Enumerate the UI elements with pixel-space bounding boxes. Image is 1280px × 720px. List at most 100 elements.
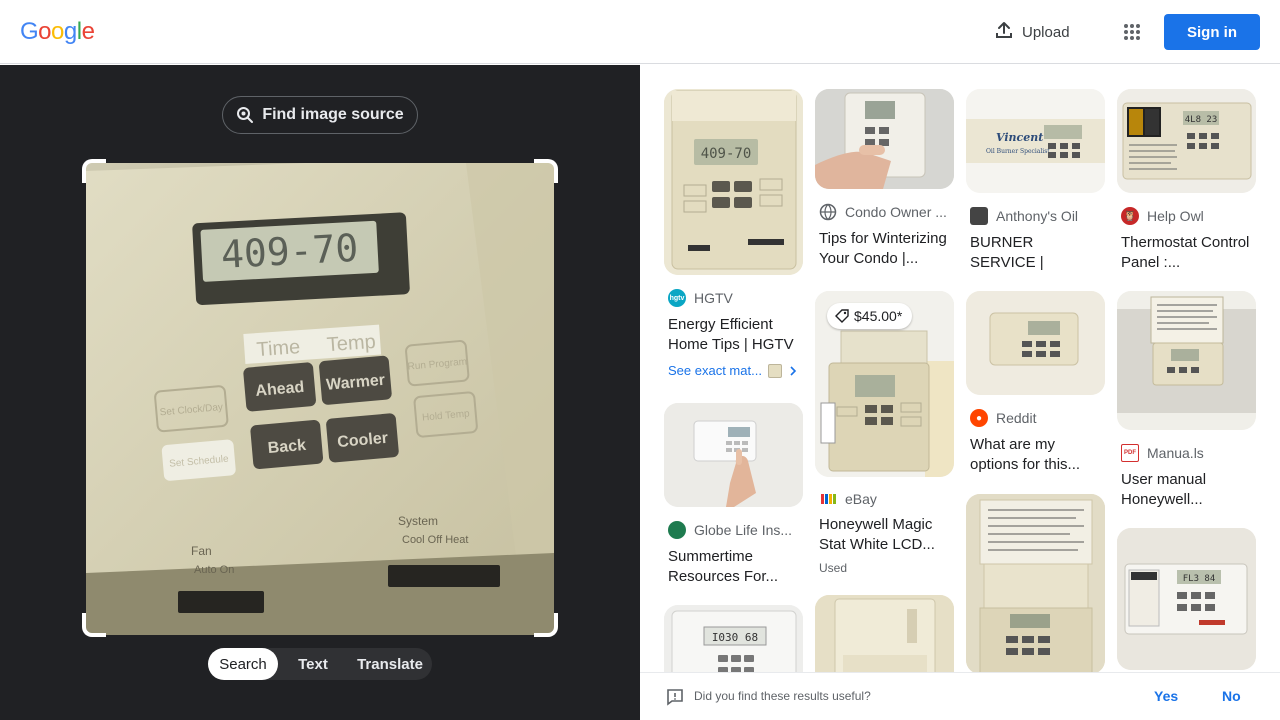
- result-source[interactable]: hgtv HGTV: [664, 289, 803, 307]
- visual-matches-panel: 409-70 hgtv HGTV Energy Efficient Home T…: [640, 65, 1280, 720]
- globe-icon: [819, 203, 837, 221]
- google-logo[interactable]: Google: [20, 18, 95, 46]
- feedback-question: Did you find these results useful?: [694, 689, 871, 703]
- result-title[interactable]: Honeywell Magic Stat White LCD...: [815, 515, 954, 555]
- label-time: Time: [256, 336, 301, 361]
- result-thumbnail[interactable]: [664, 403, 803, 507]
- upload-label: Upload: [1022, 23, 1070, 41]
- crop-handle-top-left[interactable]: [82, 159, 106, 183]
- svg-text:409-70: 409-70: [701, 146, 752, 162]
- result-card[interactable]: Vincent Oil Burner Specialist Anthony's …: [966, 89, 1105, 273]
- feedback-icon: [667, 689, 683, 706]
- upload-button[interactable]: Upload: [984, 14, 1080, 50]
- svg-text:FL3 84: FL3 84: [1183, 574, 1216, 584]
- result-thumbnail[interactable]: FL3 84: [1117, 528, 1256, 670]
- lens-mode-tabs: Search Text Translate: [208, 648, 432, 680]
- svg-text:I030 68: I030 68: [712, 631, 758, 644]
- see-exact-matches-label: See exact mat...: [668, 363, 762, 378]
- logo-letter: e: [81, 18, 95, 45]
- result-source[interactable]: PDF Manua.ls: [1117, 444, 1256, 462]
- logo-letter: g: [63, 18, 77, 45]
- pdf-file-icon: PDF: [1121, 444, 1139, 462]
- result-card[interactable]: PDF Manua.ls User manual Honeywell...: [1117, 291, 1256, 510]
- sign-in-button[interactable]: Sign in: [1164, 14, 1260, 50]
- result-source[interactable]: 🦉 Help Owl: [1117, 207, 1256, 225]
- crop-handle-bottom-left[interactable]: [82, 613, 106, 637]
- anthonys-oil-favicon-icon: [970, 207, 988, 225]
- label-temp: Temp: [326, 331, 376, 356]
- result-source-name: Manua.ls: [1147, 445, 1204, 461]
- crop-handle-top-right[interactable]: [534, 159, 558, 183]
- result-card[interactable]: Condo Owner ... Tips for Winterizing You…: [815, 89, 954, 269]
- result-source[interactable]: Condo Owner ...: [815, 203, 954, 221]
- result-thumbnail[interactable]: $45.00*: [815, 291, 954, 477]
- find-image-source-button[interactable]: Find image source: [222, 96, 418, 134]
- price-value: $45.00*: [854, 308, 903, 324]
- label-fan-options: Auto On: [194, 564, 234, 576]
- logo-letter: o: [51, 18, 64, 45]
- result-thumbnail[interactable]: [966, 494, 1105, 674]
- crop-handle-bottom-right[interactable]: [534, 613, 558, 637]
- result-source[interactable]: Globe Life Ins...: [664, 521, 803, 539]
- result-card[interactable]: Globe Life Ins... Summertime Resources F…: [664, 403, 803, 587]
- result-source-name: Anthony's Oil: [996, 208, 1079, 224]
- svg-text:4L8 23: 4L8 23: [1185, 115, 1218, 125]
- label-fan: Fan: [191, 544, 212, 558]
- result-title[interactable]: BURNER SERVICE | Anthony's Oil: [966, 233, 1105, 273]
- label-system-options: Cool Off Heat: [402, 534, 468, 546]
- result-thumbnail[interactable]: [815, 89, 954, 189]
- result-thumbnail[interactable]: Vincent Oil Burner Specialist: [966, 89, 1105, 193]
- result-source-name: Condo Owner ...: [845, 204, 947, 220]
- chevron-right-icon: [790, 365, 797, 376]
- result-card[interactable]: [966, 494, 1105, 674]
- result-card[interactable]: 409-70 hgtv HGTV Energy Efficient Home T…: [664, 89, 803, 378]
- result-source-name: eBay: [845, 491, 877, 507]
- tab-translate[interactable]: Translate: [348, 648, 432, 680]
- result-source-name: Globe Life Ins...: [694, 522, 793, 538]
- feedback-no-button[interactable]: No: [1222, 688, 1241, 704]
- result-title[interactable]: Summertime Resources For...: [664, 547, 803, 587]
- result-card[interactable]: ● Reddit What are my options for this...: [966, 291, 1105, 475]
- price-badge: $45.00*: [827, 303, 913, 329]
- result-title[interactable]: User manual Honeywell...: [1117, 470, 1256, 510]
- result-title[interactable]: Energy Efficient Home Tips | HGTV: [664, 315, 803, 355]
- result-card[interactable]: FL3 84: [1117, 528, 1256, 670]
- reddit-favicon-icon: ●: [970, 409, 988, 427]
- see-exact-matches-link[interactable]: See exact mat...: [664, 363, 803, 378]
- result-source[interactable]: Anthony's Oil: [966, 207, 1105, 225]
- result-title[interactable]: Tips for Winterizing Your Condo |...: [815, 229, 954, 269]
- exact-match-thumbnail-icon: [767, 363, 782, 378]
- logo-letter: G: [20, 18, 39, 45]
- query-image[interactable]: 409-70 Time Temp Ahead Warmer Back Coole…: [86, 163, 554, 635]
- result-source[interactable]: ● Reddit: [966, 409, 1105, 427]
- feedback-yes-button[interactable]: Yes: [1154, 688, 1178, 704]
- result-thumbnail[interactable]: [1117, 291, 1256, 430]
- lens-image-panel: Find image source 409-70 Time Temp Ahead…: [0, 65, 640, 720]
- logo-letter: o: [38, 18, 52, 45]
- result-thumbnail[interactable]: [966, 291, 1105, 395]
- lcd-readout: 409-70: [220, 226, 359, 277]
- btn-back-label: Back: [267, 437, 307, 457]
- result-title[interactable]: Thermostat Control Panel :...: [1117, 233, 1256, 273]
- price-tag-icon: [835, 309, 849, 323]
- google-apps-button[interactable]: [1114, 14, 1150, 50]
- ebay-favicon-icon: [819, 494, 837, 504]
- condition-label: Used: [819, 561, 848, 575]
- result-card[interactable]: $45.00* eBay Honeywell Magic Stat White …: [815, 291, 954, 575]
- hgtv-favicon-icon: hgtv: [668, 289, 686, 307]
- result-source-name: Help Owl: [1147, 208, 1204, 224]
- tab-search[interactable]: Search: [208, 648, 278, 680]
- result-thumbnail[interactable]: 4L8 23: [1117, 89, 1256, 193]
- top-header: Google Upload Sign in: [0, 0, 1280, 64]
- feedback-bar: Did you find these results useful? Yes N…: [640, 672, 1280, 720]
- find-image-source-label: Find image source: [262, 106, 404, 123]
- svg-text:Oil Burner Specialist: Oil Burner Specialist: [986, 148, 1050, 155]
- tab-text[interactable]: Text: [278, 648, 348, 680]
- label-system: System: [398, 514, 438, 528]
- svg-text:Vincent: Vincent: [996, 131, 1043, 144]
- help-owl-favicon-icon: 🦉: [1121, 207, 1139, 225]
- result-source[interactable]: eBay: [815, 491, 954, 507]
- result-thumbnail[interactable]: 409-70: [664, 89, 803, 275]
- result-title[interactable]: What are my options for this...: [966, 435, 1105, 475]
- result-card[interactable]: 4L8 23 🦉 Help Owl Thermostat Control Pan…: [1117, 89, 1256, 273]
